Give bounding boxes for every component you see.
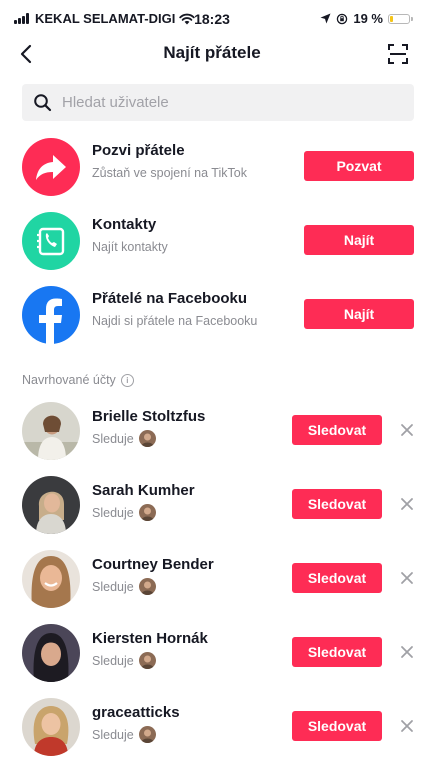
facebook-title: Přátelé na Facebooku [92, 290, 248, 307]
share-arrow-icon [22, 138, 80, 196]
invite-button[interactable]: Pozvat [304, 151, 414, 181]
suggested-account-row[interactable]: Courtney Bender Sleduje Sledovat [0, 544, 424, 618]
account-name: Courtney Bender [92, 556, 214, 573]
follow-button[interactable]: Sledovat [292, 489, 382, 519]
find-contacts-button[interactable]: Najít [304, 225, 414, 255]
invite-subtitle: Zůstaň ve spojení na TikTok [92, 166, 247, 180]
contacts-title: Kontakty [92, 216, 157, 233]
account-status: Sleduje [92, 578, 156, 595]
mutual-avatar [138, 652, 156, 669]
account-status-text: Sleduje [92, 505, 134, 520]
qr-scan-icon [388, 44, 408, 64]
suggested-account-row[interactable]: Brielle Stoltzfus Sleduje Sledovat [0, 396, 424, 470]
facebook-icon [22, 286, 80, 344]
mutual-avatar [138, 504, 156, 521]
dismiss-icon[interactable] [398, 569, 416, 587]
contacts-subtitle: Najít kontakty [92, 240, 168, 254]
dismiss-icon[interactable] [398, 643, 416, 661]
account-status-text: Sleduje [92, 579, 134, 594]
search-icon [34, 94, 52, 112]
suggested-account-row[interactable]: graceatticks Sleduje Sledovat [0, 692, 424, 766]
account-status: Sleduje [92, 504, 156, 521]
suggested-account-row[interactable]: Kiersten Hornák Sleduje Sledovat [0, 618, 424, 692]
contacts-phone-icon [22, 212, 80, 270]
account-status-text: Sleduje [92, 727, 134, 742]
account-name: Kiersten Hornák [92, 630, 208, 647]
search-input[interactable] [62, 84, 402, 121]
avatar[interactable] [22, 402, 80, 460]
account-name: Sarah Kumher [92, 482, 195, 499]
account-status: Sleduje [92, 430, 156, 447]
account-name: Brielle Stoltzfus [92, 408, 206, 425]
suggested-label: Navrhované účty [22, 373, 116, 387]
avatar[interactable] [22, 698, 80, 756]
account-status-text: Sleduje [92, 431, 134, 446]
nav-header: Najít přátele [0, 36, 424, 72]
qr-scan-button[interactable] [384, 40, 412, 68]
mutual-avatar [138, 578, 156, 595]
account-status: Sleduje [92, 652, 156, 669]
mutual-avatar [138, 430, 156, 447]
invite-friends-row[interactable]: Pozvi přátele Zůstaň ve spojení na TikTo… [0, 130, 424, 202]
follow-button[interactable]: Sledovat [292, 415, 382, 445]
mutual-avatar [138, 726, 156, 743]
account-name: graceatticks [92, 704, 180, 721]
battery-percent: 19 % [353, 11, 383, 26]
facebook-friends-row[interactable]: Přátelé na Facebooku Najdi si přátele na… [0, 278, 424, 350]
search-bar[interactable] [22, 84, 414, 121]
orientation-lock-icon [337, 13, 348, 24]
dismiss-icon[interactable] [398, 495, 416, 513]
contacts-row[interactable]: Kontakty Najít kontakty Najít [0, 204, 424, 276]
facebook-subtitle: Najdi si přátele na Facebooku [92, 314, 258, 328]
info-icon[interactable]: i [120, 373, 134, 387]
account-status: Sleduje [92, 726, 156, 743]
battery-icon [388, 13, 413, 24]
avatar[interactable] [22, 550, 80, 608]
dismiss-icon[interactable] [398, 421, 416, 439]
status-bar: KEKAL SELAMAT-DIGI 18:23 19 % [0, 0, 424, 36]
page-title: Najít přátele [163, 43, 261, 62]
follow-button[interactable]: Sledovat [292, 637, 382, 667]
suggested-account-row[interactable]: Sarah Kumher Sleduje Sledovat [0, 470, 424, 544]
invite-title: Pozvi přátele [92, 142, 185, 159]
follow-button[interactable]: Sledovat [292, 563, 382, 593]
status-right: 19 % [320, 11, 413, 26]
avatar[interactable] [22, 476, 80, 534]
account-status-text: Sleduje [92, 653, 134, 668]
follow-button[interactable]: Sledovat [292, 711, 382, 741]
location-arrow-icon [320, 13, 331, 24]
suggested-accounts-header: Navrhované účty i [22, 373, 134, 387]
avatar[interactable] [22, 624, 80, 682]
dismiss-icon[interactable] [398, 717, 416, 735]
find-facebook-button[interactable]: Najít [304, 299, 414, 329]
